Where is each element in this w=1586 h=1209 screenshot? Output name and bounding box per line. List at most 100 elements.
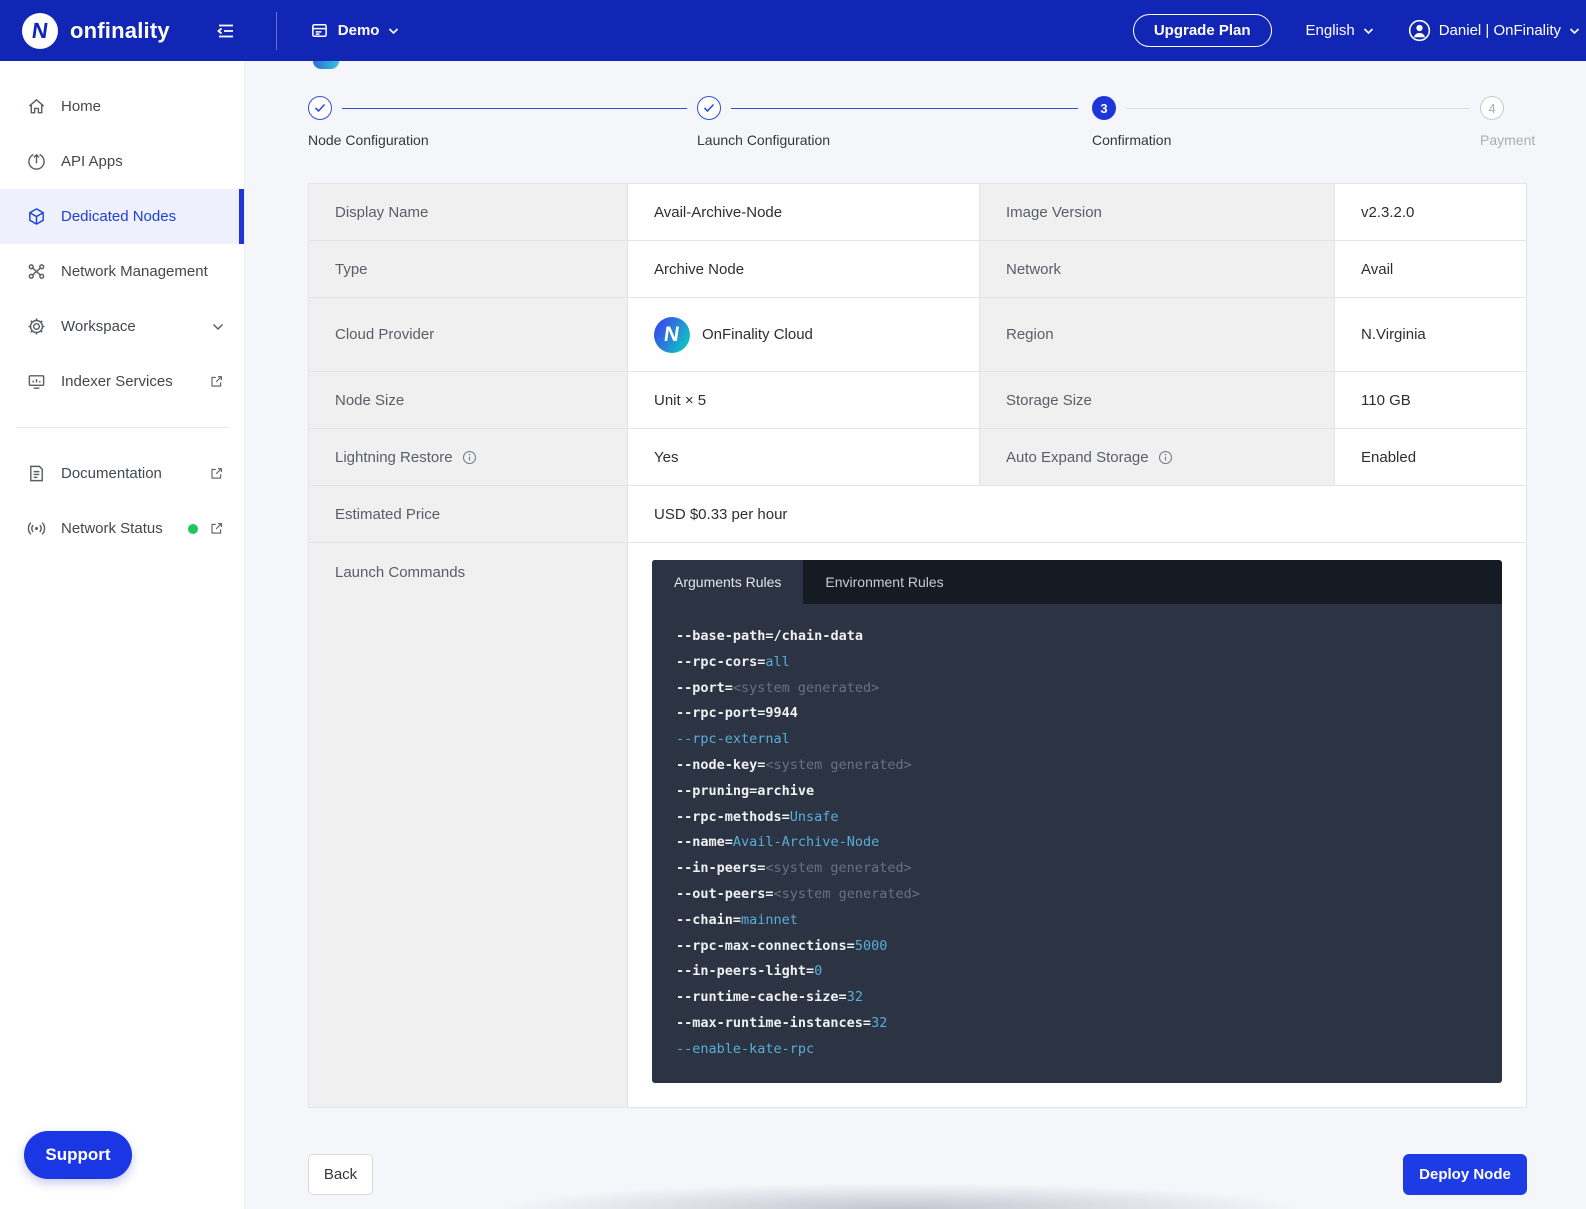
row-label: Display Name (309, 184, 628, 240)
row-label-text: Auto Expand Storage (1006, 449, 1149, 466)
sidebar-item-label: Network Status (61, 520, 163, 537)
chevron-down-icon (212, 323, 224, 331)
step-payment: 4 (1480, 96, 1504, 120)
sidebar: Home API Apps Dedicated Nodes Network Ma… (0, 61, 245, 1209)
sidebar-item-label: Workspace (61, 318, 136, 335)
command-line: --enable-kate-rpc (676, 1037, 1502, 1063)
deployment-stepper: 3 4 Node Configuration Launch Configurat… (308, 96, 1527, 156)
row-label: Launch Commands (309, 543, 628, 1107)
row-label: Auto Expand Storage (980, 429, 1335, 485)
row-value: USD $0.33 per hour (628, 486, 1526, 542)
language-selector[interactable]: English (1306, 22, 1374, 39)
command-line: --rpc-cors=all (676, 650, 1502, 676)
step-label: Confirmation (1092, 132, 1171, 148)
sidebar-item-workspace[interactable]: Workspace (0, 299, 244, 354)
navbar-divider (276, 12, 277, 50)
row-label: Region (980, 298, 1335, 371)
row-label-text: Lightning Restore (335, 449, 453, 466)
sidebar-item-home[interactable]: Home (0, 79, 244, 134)
check-icon (703, 103, 715, 113)
row-label: Node Size (309, 372, 628, 428)
row-label: Network (980, 241, 1335, 297)
row-value: v2.3.2.0 (1335, 184, 1526, 240)
sidebar-item-indexer-services[interactable]: Indexer Services (0, 354, 244, 409)
check-icon (314, 103, 326, 113)
command-line: --base-path=/chain-data (676, 624, 1502, 650)
sidebar-divider (16, 427, 228, 428)
tab-environment-rules[interactable]: Environment Rules (803, 560, 965, 604)
row-label: Cloud Provider (309, 298, 628, 371)
upgrade-plan-button[interactable]: Upgrade Plan (1133, 14, 1272, 47)
command-line: --rpc-external (676, 727, 1502, 753)
main-content: 3 4 Node Configuration Launch Configurat… (245, 61, 1586, 1209)
step-confirmation: 3 (1092, 96, 1116, 120)
sidebar-item-dedicated-nodes[interactable]: Dedicated Nodes (0, 189, 244, 244)
sidebar-item-network-status[interactable]: Network Status (0, 501, 244, 556)
tab-arguments-rules[interactable]: Arguments Rules (652, 560, 803, 604)
language-label: English (1306, 22, 1355, 39)
step-node-configuration (308, 96, 332, 120)
step-connector (342, 108, 687, 109)
sidebar-item-label: API Apps (61, 153, 123, 170)
back-button[interactable]: Back (308, 1154, 373, 1195)
info-icon[interactable] (462, 450, 477, 465)
step-launch-configuration (697, 96, 721, 120)
command-line: --rpc-max-connections=5000 (676, 934, 1502, 960)
row-value: Avail-Archive-Node (628, 184, 980, 240)
onfinality-cloud-logo-icon: N (654, 317, 690, 353)
brand[interactable]: N onfinality (0, 13, 170, 49)
row-label: Storage Size (980, 372, 1335, 428)
network-icon (27, 262, 46, 281)
user-menu[interactable]: Daniel | OnFinality (1408, 19, 1580, 42)
row-value: Yes (628, 429, 980, 485)
chevron-down-icon (388, 27, 399, 35)
sidebar-collapse-icon[interactable] (216, 21, 236, 41)
command-line: --out-peers=<system generated> (676, 882, 1502, 908)
external-link-icon (209, 466, 224, 481)
info-icon[interactable] (1158, 450, 1173, 465)
sidebar-item-api-apps[interactable]: API Apps (0, 134, 244, 189)
user-name: Daniel | OnFinality (1439, 22, 1561, 39)
row-value: Archive Node (628, 241, 980, 297)
step-connector (1126, 108, 1470, 109)
row-value: N OnFinality Cloud (628, 298, 980, 371)
command-line: --in-peers-light=0 (676, 959, 1502, 985)
workspace-icon (310, 21, 329, 40)
broadcast-icon (27, 519, 46, 538)
sidebar-item-label: Indexer Services (61, 373, 173, 390)
sidebar-item-label: Dedicated Nodes (61, 208, 176, 225)
document-icon (27, 464, 46, 483)
row-value: Unit × 5 (628, 372, 980, 428)
chevron-down-icon (1363, 27, 1374, 35)
row-label: Lightning Restore (309, 429, 628, 485)
avatar-icon (1408, 19, 1431, 42)
confirmation-summary-table: Display Name Avail-Archive-Node Image Ve… (308, 183, 1527, 1108)
command-line: --node-key=<system generated> (676, 753, 1502, 779)
gear-icon (27, 317, 46, 336)
command-line: --in-peers=<system generated> (676, 856, 1502, 882)
chevron-down-icon (1569, 27, 1580, 35)
sidebar-item-label: Home (61, 98, 101, 115)
row-label: Image Version (980, 184, 1335, 240)
support-button[interactable]: Support (24, 1131, 132, 1179)
deploy-node-button[interactable]: Deploy Node (1403, 1154, 1527, 1195)
workspace-switcher[interactable]: Demo (310, 21, 400, 40)
sidebar-item-network-management[interactable]: Network Management (0, 244, 244, 299)
sidebar-item-documentation[interactable]: Documentation (0, 446, 244, 501)
api-apps-icon (27, 152, 46, 171)
cloud-provider-name: OnFinality Cloud (702, 326, 813, 343)
status-dot (188, 524, 198, 534)
cube-icon (27, 207, 46, 226)
launch-commands-panel: Arguments Rules Environment Rules --base… (652, 560, 1502, 1083)
onfinality-logo-icon: N (22, 13, 58, 49)
command-line: --runtime-cache-size=32 (676, 985, 1502, 1011)
monitor-icon (27, 372, 46, 391)
launch-commands-tabs: Arguments Rules Environment Rules (652, 560, 1502, 604)
sidebar-item-label: Network Management (61, 263, 208, 280)
command-line: --name=Avail-Archive-Node (676, 830, 1502, 856)
launch-commands-code: --base-path=/chain-data--rpc-cors=all--p… (652, 604, 1502, 1083)
step-label: Node Configuration (308, 132, 429, 148)
command-line: --rpc-port=9944 (676, 701, 1502, 727)
page-title-logo-clipped (313, 61, 339, 69)
footer-shadow (495, 1183, 1305, 1209)
